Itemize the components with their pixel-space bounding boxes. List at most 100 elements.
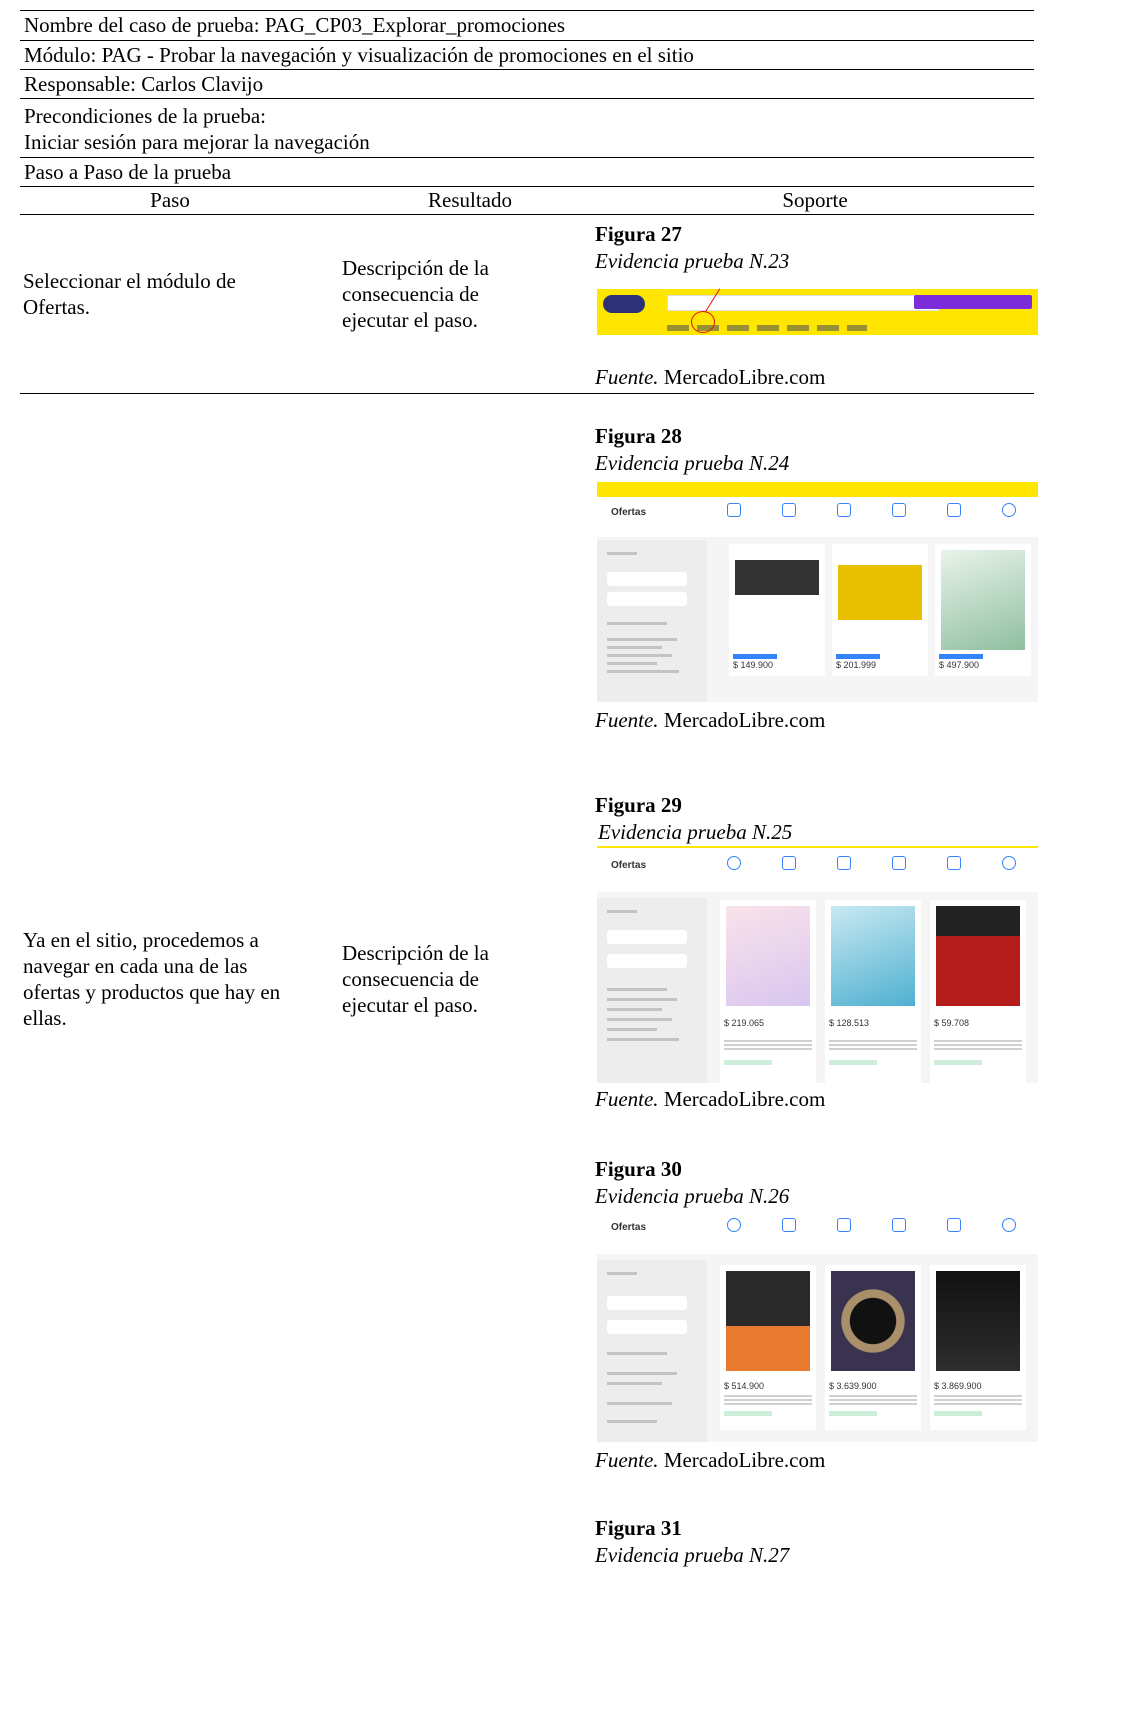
product-card: $ 514.900 xyxy=(720,1265,816,1430)
product-image xyxy=(936,906,1020,1006)
sidebar-text xyxy=(607,552,637,555)
product-image xyxy=(838,550,922,650)
shipping-label xyxy=(724,1411,772,1416)
tab-icon xyxy=(1002,1218,1016,1232)
figure-31-number: Figura 31 xyxy=(595,1516,682,1540)
figure-30-source: Fuente. MercadoLibre.com xyxy=(595,1448,825,1473)
tab-icon xyxy=(837,503,851,517)
figure-29-number: Figura 29 xyxy=(595,793,682,817)
source-label: Fuente. xyxy=(595,1087,659,1111)
product-description xyxy=(829,1040,917,1050)
promo-banner-graphic xyxy=(914,295,1032,309)
source-name: MercadoLibre.com xyxy=(663,365,826,389)
filters-sidebar xyxy=(597,1260,707,1442)
filter-toggle xyxy=(607,930,687,944)
product-price: $ 219.065 xyxy=(724,1018,765,1028)
table-rule xyxy=(20,10,1034,11)
shipping-label xyxy=(724,1060,772,1065)
tab-icon xyxy=(1002,856,1016,870)
table-rule xyxy=(20,186,1034,187)
mercadolibre-logo xyxy=(603,295,645,313)
sidebar-text xyxy=(607,1372,677,1375)
tab-icon xyxy=(727,856,741,870)
figure-30-title: Evidencia prueba N.26 xyxy=(595,1184,790,1208)
sidebar-text xyxy=(607,1402,672,1405)
case-name: Nombre del caso de prueba: PAG_CP03_Expl… xyxy=(24,13,566,37)
product-image xyxy=(726,906,810,1006)
tab-icon xyxy=(892,503,906,517)
sidebar-text xyxy=(607,1008,662,1011)
figure-28-source: Fuente. MercadoLibre.com xyxy=(595,708,825,733)
source-label: Fuente. xyxy=(595,1448,659,1472)
source-name: MercadoLibre.com xyxy=(663,1087,826,1111)
preconditions-text: Iniciar sesión para mejorar la navegació… xyxy=(24,130,370,154)
figure-29-screenshot: Ofertas $ 219.065 $ 128.513 $ 59.708 xyxy=(597,846,1038,1083)
red-circle-annotation xyxy=(691,311,715,333)
tab-icon xyxy=(782,503,796,517)
module-label: Módulo: PAG - Probar la navegación y vis… xyxy=(24,43,694,67)
sidebar-text xyxy=(607,1038,679,1041)
product-card: $ 128.513 xyxy=(825,900,921,1083)
mercadolibre-header-bar xyxy=(597,482,1038,497)
filter-toggle xyxy=(607,954,687,968)
product-price: $ 3.869.900 xyxy=(934,1381,982,1391)
filters-sidebar xyxy=(597,540,707,702)
product-description xyxy=(724,1395,812,1405)
tab-icon xyxy=(727,1218,741,1232)
product-description xyxy=(934,1395,1022,1405)
source-name: MercadoLibre.com xyxy=(663,708,826,732)
product-image xyxy=(831,906,915,1006)
steps-title: Paso a Paso de la prueba xyxy=(24,160,232,184)
product-description xyxy=(829,1395,917,1405)
shipping-label xyxy=(829,1411,877,1416)
product-image xyxy=(936,1271,1020,1371)
shipping-label xyxy=(829,1060,877,1065)
product-image xyxy=(941,550,1025,650)
sidebar-text xyxy=(607,1420,657,1423)
table-rule xyxy=(20,393,1034,394)
filter-toggle xyxy=(607,572,687,586)
sidebar-text xyxy=(607,910,637,913)
product-card: $ 149.900 xyxy=(729,544,825,676)
result-1-text: Descripción de la consecuencia de ejecut… xyxy=(342,256,489,332)
figure-27-screenshot xyxy=(597,283,1038,358)
product-description xyxy=(724,1040,812,1050)
offers-title: Ofertas xyxy=(611,1222,647,1233)
figure-29-source: Fuente. MercadoLibre.com xyxy=(595,1087,825,1112)
tab-icon xyxy=(782,856,796,870)
tab-icon xyxy=(892,1218,906,1232)
tab-icon xyxy=(892,856,906,870)
figure-27-source: Fuente. MercadoLibre.com xyxy=(595,365,825,390)
step-1-text: Seleccionar el módulo de Ofertas. xyxy=(23,269,236,319)
result-2-text: Descripción de la consecuencia de ejecut… xyxy=(342,941,489,1017)
product-price: $ 201.999 xyxy=(836,660,877,670)
figure-28-title: Evidencia prueba N.24 xyxy=(595,451,790,475)
deal-badge xyxy=(836,654,880,659)
figure-30-number: Figura 30 xyxy=(595,1157,682,1181)
source-label: Fuente. xyxy=(595,708,659,732)
table-rule xyxy=(20,157,1034,158)
figure-27-number: Figura 27 xyxy=(595,222,682,246)
product-price: $ 59.708 xyxy=(934,1018,970,1028)
sidebar-text xyxy=(607,638,677,641)
product-price: $ 497.900 xyxy=(939,660,980,670)
offers-header: Ofertas xyxy=(597,848,1038,892)
offers-header: Ofertas xyxy=(597,1210,1038,1254)
filter-toggle xyxy=(607,592,687,606)
sidebar-text xyxy=(607,1352,667,1355)
figure-31-title: Evidencia prueba N.27 xyxy=(595,1543,790,1567)
product-card: $ 497.900 xyxy=(935,544,1031,676)
filters-sidebar xyxy=(597,898,707,1083)
offers-title: Ofertas xyxy=(611,860,647,871)
table-rule xyxy=(20,98,1034,99)
step-2-text: Ya en el sitio, procedemos a navegar en … xyxy=(23,928,281,1030)
sidebar-text xyxy=(607,1028,657,1031)
column-header-step: Paso xyxy=(150,188,190,212)
preconditions-title: Precondiciones de la prueba: xyxy=(24,104,266,128)
product-card: $ 3.639.900 xyxy=(825,1265,921,1430)
offers-header: Ofertas xyxy=(597,497,1038,537)
tab-icon xyxy=(727,503,741,517)
deal-badge xyxy=(733,654,777,659)
tab-icon xyxy=(947,1218,961,1232)
product-image xyxy=(735,550,819,650)
